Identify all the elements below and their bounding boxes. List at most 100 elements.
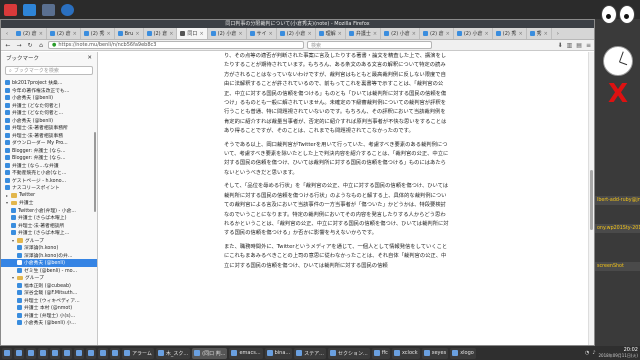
tab-9[interactable]: 理解 × bbox=[316, 28, 346, 39]
menu-icon[interactable]: ≡ bbox=[586, 42, 591, 49]
tab-13[interactable]: (2) 小倉 × bbox=[454, 28, 493, 39]
tab-close-icon[interactable]: × bbox=[307, 31, 311, 37]
chevron-down-icon[interactable]: ▾ bbox=[5, 200, 9, 205]
taskbar-button[interactable] bbox=[2, 347, 12, 359]
taskbar-button[interactable]: bina... bbox=[264, 347, 293, 359]
bookmark-item[interactable]: Blogger: 弁護士 (なら... bbox=[1, 147, 97, 155]
sidebar-title[interactable]: ブックマーク bbox=[6, 54, 39, 62]
tab-scroll-right-icon[interactable]: › bbox=[552, 28, 564, 39]
tab-close-icon[interactable]: × bbox=[446, 31, 450, 37]
bookmark-folder[interactable]: ▾ グループ bbox=[1, 237, 97, 245]
bookmark-item[interactable]: ゼミ生 (@benli) - mo... bbox=[1, 267, 97, 275]
taskbar-button[interactable] bbox=[38, 347, 48, 359]
tab-6[interactable]: (2) 小倉 × bbox=[208, 28, 247, 39]
tab-close-icon[interactable]: × bbox=[135, 31, 139, 37]
tab-8[interactable]: (2) 小倉 × bbox=[277, 28, 316, 39]
bookmark-item[interactable]: 福本正則 (@cubeab) bbox=[1, 282, 97, 290]
bookmark-item[interactable]: 弁理士·法·著者相談事務所 bbox=[1, 124, 97, 132]
bookmark-item[interactable]: 小倉秀夫 (@benli) bbox=[1, 259, 97, 267]
bookmark-item[interactable]: ゲストページ - h.kono... bbox=[1, 177, 97, 185]
bookmark-item[interactable]: 弁護士 (さらば木曜上) bbox=[1, 214, 97, 222]
bookmark-item[interactable]: 弁護士 (なら…な弁護 bbox=[1, 162, 97, 170]
tab-11[interactable]: (2) 小倉 × bbox=[381, 28, 420, 39]
desktop-file-label[interactable]: screenShot bbox=[595, 262, 640, 271]
tab-7[interactable]: サイ × bbox=[247, 28, 277, 39]
bookmark-item[interactable]: 今年の著作権法改正でも… bbox=[1, 87, 97, 95]
close-icon[interactable]: ✕ bbox=[87, 55, 92, 61]
terminal-icon[interactable] bbox=[42, 3, 55, 16]
tab-12[interactable]: (2) 倉 × bbox=[420, 28, 454, 39]
taskbar-button[interactable]: セクション... bbox=[327, 347, 370, 359]
taskbar-button[interactable] bbox=[50, 347, 60, 359]
panel-clock[interactable]: 20:02 2018年09月11日(火) bbox=[599, 347, 638, 359]
tab-14[interactable]: (2) 秀 × bbox=[493, 28, 527, 39]
taskbar-button[interactable] bbox=[14, 347, 24, 359]
tab-close-icon[interactable]: × bbox=[169, 31, 173, 37]
bookmark-item[interactable]: bk2017project 扶桑... bbox=[1, 79, 97, 87]
bookmark-item[interactable]: ダウンローダー My Pro... bbox=[1, 139, 97, 147]
tab-5[interactable]: 同口 × bbox=[177, 28, 208, 39]
tab-close-icon[interactable]: × bbox=[338, 31, 342, 37]
tab-10[interactable]: 弁護士 × bbox=[346, 28, 382, 39]
bookmark-item[interactable]: Twitter小倉(弁理) - 小倉... bbox=[1, 207, 97, 215]
taskbar-button[interactable] bbox=[86, 347, 96, 359]
chevron-down-icon[interactable]: ▾ bbox=[11, 275, 15, 280]
taskbar-button[interactable]: xlogo bbox=[450, 347, 476, 359]
sidebar-toggle-icon[interactable]: ▤ bbox=[576, 42, 582, 49]
sidebar-scrollbar[interactable] bbox=[94, 132, 96, 212]
bookmark-folder[interactable]: ▾ 弁護士 bbox=[1, 199, 97, 207]
bookmark-item[interactable]: 不動産競売と小倉(なと... bbox=[1, 169, 97, 177]
bookmark-search-input[interactable]: ⌕ ブックマークを検索 bbox=[5, 66, 93, 75]
bookmark-item[interactable]: 弁理士·法·著者相談所 bbox=[1, 222, 97, 230]
tab-close-icon[interactable]: × bbox=[106, 31, 110, 37]
bookmark-item[interactable]: 弁理士 (ウィキペディア... bbox=[1, 297, 97, 305]
tab-close-icon[interactable]: × bbox=[269, 31, 273, 37]
network-icon[interactable]: ◔ bbox=[585, 350, 589, 356]
folder-icon[interactable] bbox=[23, 3, 36, 16]
page-scrollbar[interactable] bbox=[588, 52, 594, 345]
taskbar-button[interactable] bbox=[98, 347, 108, 359]
taskbar-button[interactable]: (同口 判... bbox=[192, 347, 228, 359]
bookmark-folder[interactable]: ▾ グループ bbox=[1, 274, 97, 282]
chevron-down-icon[interactable]: ▾ bbox=[11, 238, 15, 243]
chevron-right-icon[interactable]: ▸ bbox=[5, 193, 9, 198]
taskbar-button[interactable]: ステア... bbox=[294, 347, 326, 359]
bookmark-item[interactable]: 弁護士 (どなた何者と) bbox=[1, 102, 97, 110]
tab-3[interactable]: Bru × bbox=[115, 28, 144, 39]
url-bar[interactable]: ● https://note.mu/benli/n/ncb56fa9eb8c3 bbox=[48, 41, 304, 49]
forward-button[interactable]: → bbox=[15, 41, 23, 49]
tab-0[interactable]: (2) 倉 × bbox=[13, 28, 47, 39]
desktop-file-label[interactable]: lbert-add-ruby@jnlg@... bbox=[595, 196, 640, 205]
desktop-file-label[interactable]: ony.wp201Sty-2017? bbox=[595, 224, 640, 233]
tab-close-icon[interactable]: × bbox=[199, 31, 203, 37]
tab-close-icon[interactable]: × bbox=[518, 31, 522, 37]
back-button[interactable]: ← bbox=[4, 41, 12, 49]
bookmark-app-icon[interactable] bbox=[4, 3, 17, 16]
bookmark-item[interactable]: 弁護士 本村 (@nmot) bbox=[1, 304, 97, 312]
bookmark-item[interactable]: 小倉秀夫 (@benli) 小... bbox=[1, 319, 97, 327]
volume-icon[interactable]: ♪ bbox=[592, 350, 595, 356]
tab-close-icon[interactable]: × bbox=[485, 31, 489, 37]
tab-close-icon[interactable]: × bbox=[39, 31, 43, 37]
home-button[interactable]: ⌂ bbox=[37, 41, 45, 49]
taskbar-button[interactable] bbox=[110, 347, 120, 359]
bookmark-item[interactable]: 深澤論(h.kono) bbox=[1, 244, 97, 252]
search-input[interactable]: 検索 bbox=[307, 41, 432, 49]
bookmark-item[interactable]: Blogger: 弁護士 (なら... bbox=[1, 154, 97, 162]
tab-close-icon[interactable]: × bbox=[412, 31, 416, 37]
gnome-icon[interactable] bbox=[61, 3, 74, 16]
taskbar-button[interactable]: emacs... bbox=[229, 347, 263, 359]
scrollbar-thumb[interactable] bbox=[590, 170, 593, 230]
taskbar-button[interactable] bbox=[26, 347, 36, 359]
taskbar-button[interactable]: アラーム bbox=[122, 347, 154, 359]
tab-scroll-left-icon[interactable]: ‹ bbox=[1, 28, 13, 39]
tab-close-icon[interactable]: × bbox=[238, 31, 242, 37]
bookmark-folder[interactable]: ▸ Twitter bbox=[1, 192, 97, 200]
tab-1[interactable]: (2) 倉 × bbox=[47, 28, 81, 39]
bookmark-item[interactable]: 弁理士·法·著者相談事務 bbox=[1, 132, 97, 140]
reload-button[interactable]: ↻ bbox=[26, 41, 34, 49]
taskbar-button[interactable]: xeyes bbox=[421, 347, 449, 359]
taskbar-button[interactable] bbox=[62, 347, 72, 359]
bookmark-item[interactable]: 小倉秀夫 (@benli) bbox=[1, 117, 97, 125]
taskbar-button[interactable]: xclock bbox=[391, 347, 420, 359]
